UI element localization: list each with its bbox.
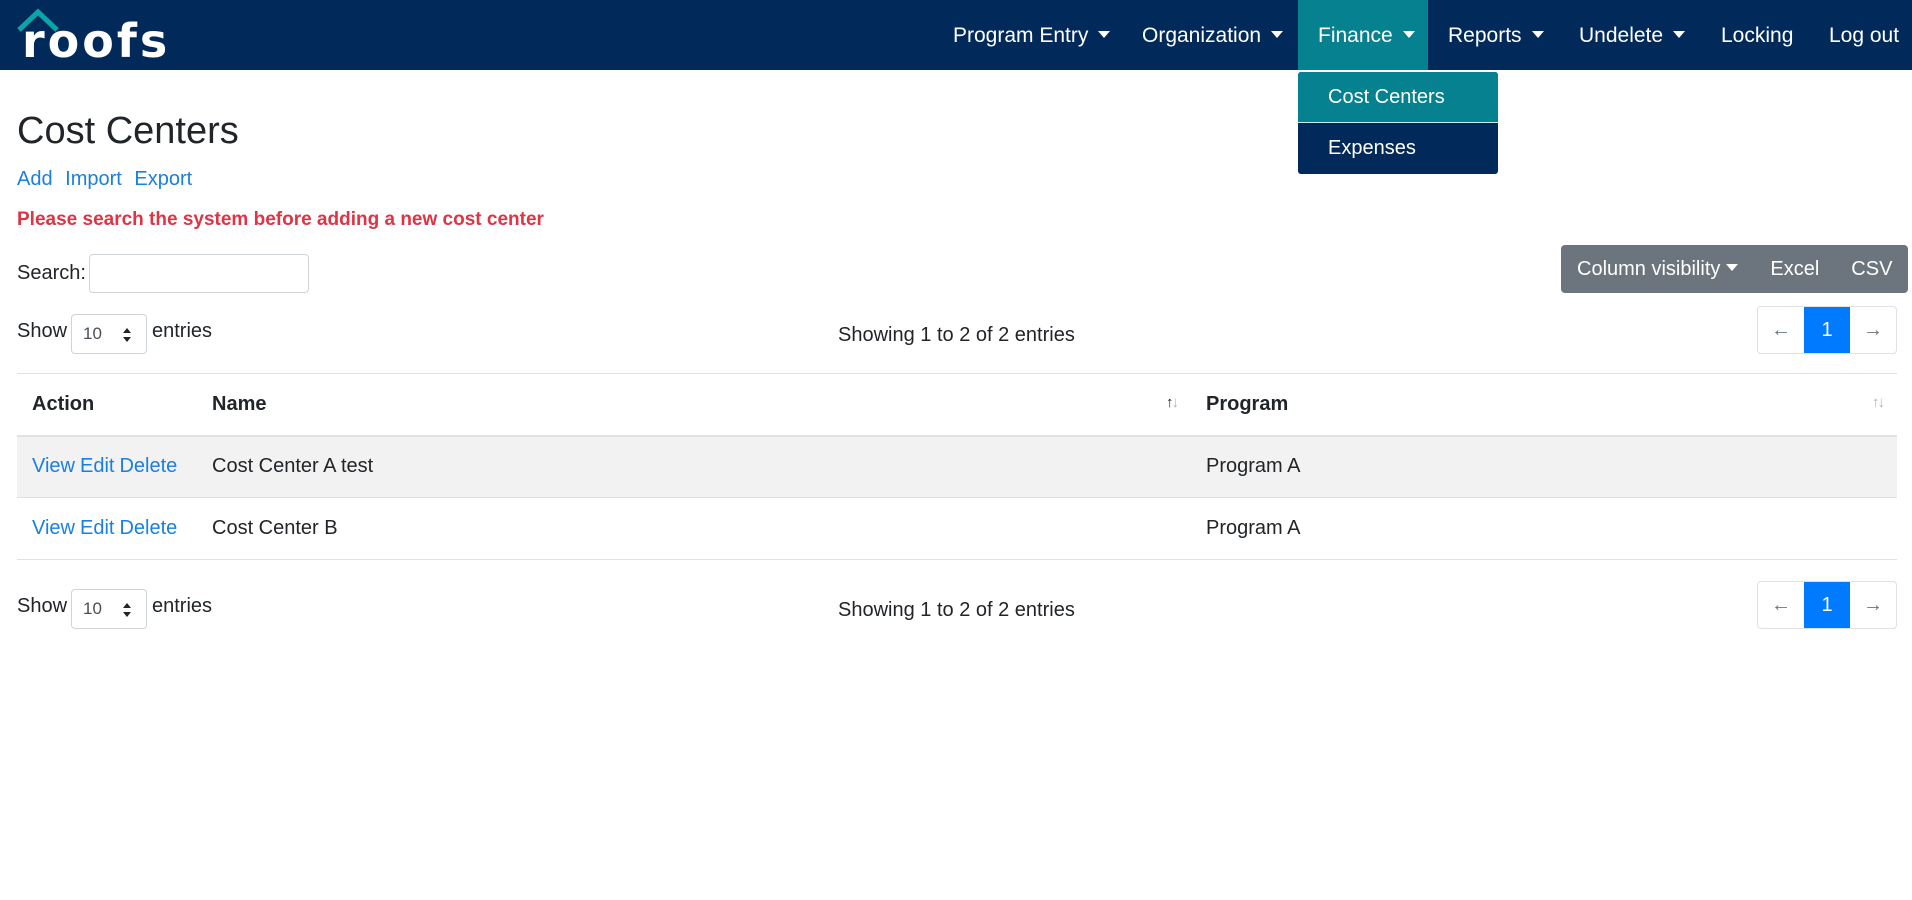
entries-length-value: 10 xyxy=(83,324,102,343)
menu-item-cost-centers[interactable]: Cost Centers xyxy=(1298,72,1498,123)
delete-link[interactable]: Delete xyxy=(119,455,177,477)
search-label: Search: xyxy=(17,262,86,284)
show-label: Show xyxy=(17,595,68,617)
import-link[interactable]: Import xyxy=(65,168,122,190)
row-actions: View Edit Delete xyxy=(17,498,197,560)
logo-text: roofs xyxy=(22,14,171,68)
nav-locking[interactable]: Locking xyxy=(1721,0,1793,70)
edit-link[interactable]: Edit xyxy=(80,455,114,477)
cost-centers-table: Action Name ↑↓ Program ↑↓ View Edit Delete C… xyxy=(17,373,1897,560)
table-row: View Edit Delete Cost Center A test Progra… xyxy=(17,435,1897,498)
page-title: Cost Centers xyxy=(17,110,239,152)
cell-name: Cost Center B xyxy=(212,517,338,539)
cell-program: Program A xyxy=(1206,517,1301,539)
search-warning: Please search the system before adding a… xyxy=(17,209,544,230)
nav-organization[interactable]: Organization xyxy=(1142,0,1284,70)
select-arrows-icon xyxy=(123,328,131,342)
edit-link[interactable]: Edit xyxy=(80,517,114,539)
page-1-button[interactable]: 1 xyxy=(1804,582,1850,628)
header-action: Action xyxy=(32,392,95,415)
table-header-row: Action Name ↑↓ Program ↑↓ xyxy=(17,373,1897,436)
row-actions: View Edit Delete xyxy=(17,436,197,498)
add-link[interactable]: Add xyxy=(17,168,53,190)
sort-icon: ↑↓ xyxy=(1872,394,1885,411)
excel-button[interactable]: Excel xyxy=(1754,258,1835,281)
column-visibility-button[interactable]: Column visibility xyxy=(1561,258,1754,281)
pagination-top: ← 1 → xyxy=(1757,306,1897,354)
nav-reports[interactable]: Reports xyxy=(1448,0,1544,70)
entries-length-select[interactable]: 10 xyxy=(71,589,147,629)
entries-label: entries xyxy=(152,320,213,342)
nav-finance[interactable]: Finance xyxy=(1298,0,1428,70)
view-link[interactable]: View xyxy=(32,517,75,539)
caret-down-icon xyxy=(1098,31,1111,38)
search-input[interactable] xyxy=(89,254,309,293)
nav-undelete[interactable]: Undelete xyxy=(1579,0,1686,70)
show-label: Show xyxy=(17,320,68,342)
caret-down-icon xyxy=(1726,263,1739,271)
export-button-group: Column visibility Excel CSV xyxy=(1561,245,1909,293)
caret-down-icon xyxy=(1402,31,1415,38)
menu-item-expenses[interactable]: Expenses xyxy=(1298,123,1498,174)
prev-page-button[interactable]: ← xyxy=(1758,582,1804,628)
caret-down-icon xyxy=(1531,31,1544,38)
select-arrows-icon xyxy=(123,603,131,617)
view-link[interactable]: View xyxy=(32,455,75,477)
top-navbar: roofs Program Entry Organization Finance… xyxy=(0,0,1912,70)
entries-length-value: 10 xyxy=(83,599,102,618)
header-program[interactable]: Program ↑↓ xyxy=(1191,374,1897,436)
table-info: Showing 1 to 2 of 2 entries xyxy=(838,599,1075,621)
entries-label: entries xyxy=(152,595,213,617)
caret-down-icon xyxy=(1673,31,1686,38)
delete-link[interactable]: Delete xyxy=(119,517,177,539)
table-row: View Edit Delete Cost Center B Program A xyxy=(17,498,1897,560)
prev-page-button[interactable]: ← xyxy=(1758,307,1804,353)
sort-ascending-icon: ↑↓ xyxy=(1166,394,1179,411)
nav-program-entry[interactable]: Program Entry xyxy=(953,0,1111,70)
pagination-bottom: ← 1 → xyxy=(1757,581,1897,629)
page-actions: Add Import Export xyxy=(17,168,199,191)
next-page-button[interactable]: → xyxy=(1850,582,1896,628)
header-name[interactable]: Name ↑↓ xyxy=(197,374,1191,436)
roofs-logo[interactable]: roofs xyxy=(16,8,176,64)
export-link[interactable]: Export xyxy=(134,168,192,190)
entries-length-select[interactable]: 10 xyxy=(71,314,147,354)
cell-program: Program A xyxy=(1206,455,1301,478)
caret-down-icon xyxy=(1271,31,1284,38)
cell-name: Cost Center A test xyxy=(212,455,374,478)
nav-logout[interactable]: Log out xyxy=(1829,0,1899,70)
finance-dropdown-menu: Cost Centers Expenses xyxy=(1298,72,1498,174)
page-1-button[interactable]: 1 xyxy=(1804,307,1850,353)
next-page-button[interactable]: → xyxy=(1850,307,1896,353)
table-info: Showing 1 to 2 of 2 entries xyxy=(838,324,1075,346)
csv-button[interactable]: CSV xyxy=(1835,258,1908,281)
